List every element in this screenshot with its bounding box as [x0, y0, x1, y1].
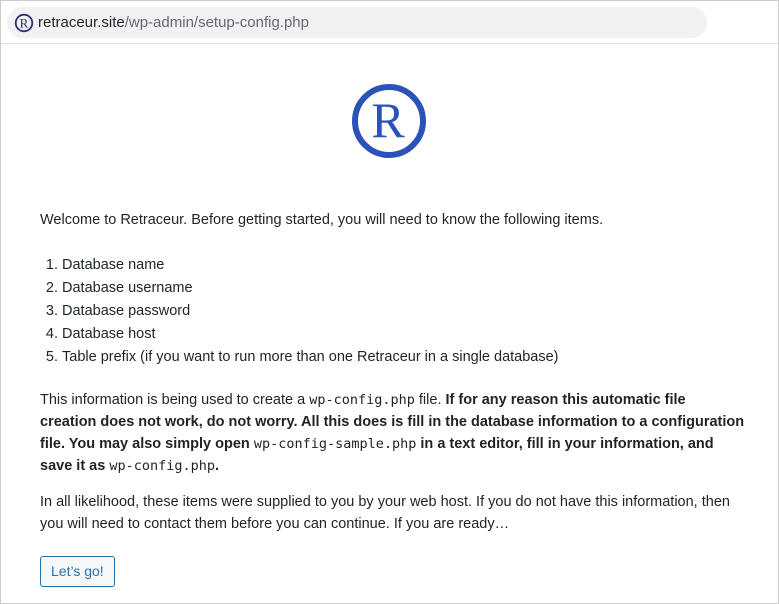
info-bold-segment: .: [215, 458, 220, 474]
url-host: retraceur.site: [38, 14, 125, 31]
retraceur-logo-icon: R: [352, 84, 426, 158]
likelihood-text: In all likelihood, these items were supp…: [40, 494, 730, 532]
config-info-text: This information is being used to create…: [40, 389, 745, 477]
list-item: Database host: [62, 323, 559, 346]
filename-code: wp-config.php: [309, 392, 415, 408]
browser-toolbar: R retraceur.site/wp-admin/setup-config.p…: [1, 1, 778, 44]
url-path: /wp-admin/setup-config.php: [124, 14, 309, 31]
list-item: Database password: [62, 300, 559, 323]
url-text: retraceur.site/wp-admin/setup-config.php: [38, 7, 309, 38]
info-text: file.: [414, 392, 446, 408]
intro-text: Welcome to Retraceur. Before getting sta…: [40, 212, 604, 228]
list-item: Table prefix (if you want to run more th…: [62, 346, 559, 369]
filename-code: wp-config-sample.php: [253, 436, 417, 452]
retraceur-logo-icon: R: [14, 13, 34, 32]
lets-go-button[interactable]: Let’s go!: [40, 556, 115, 587]
list-item: Database name: [62, 254, 559, 277]
svg-text:R: R: [371, 92, 405, 148]
filename-code: wp-config.php: [109, 458, 215, 474]
list-item: Database username: [62, 277, 559, 300]
info-text: This information is being used to create…: [40, 392, 310, 408]
svg-text:R: R: [20, 15, 29, 30]
address-bar[interactable]: R retraceur.site/wp-admin/setup-config.p…: [7, 7, 707, 38]
required-items-list: Database name Database username Database…: [40, 254, 559, 369]
browser-window: R retraceur.site/wp-admin/setup-config.p…: [0, 0, 779, 604]
